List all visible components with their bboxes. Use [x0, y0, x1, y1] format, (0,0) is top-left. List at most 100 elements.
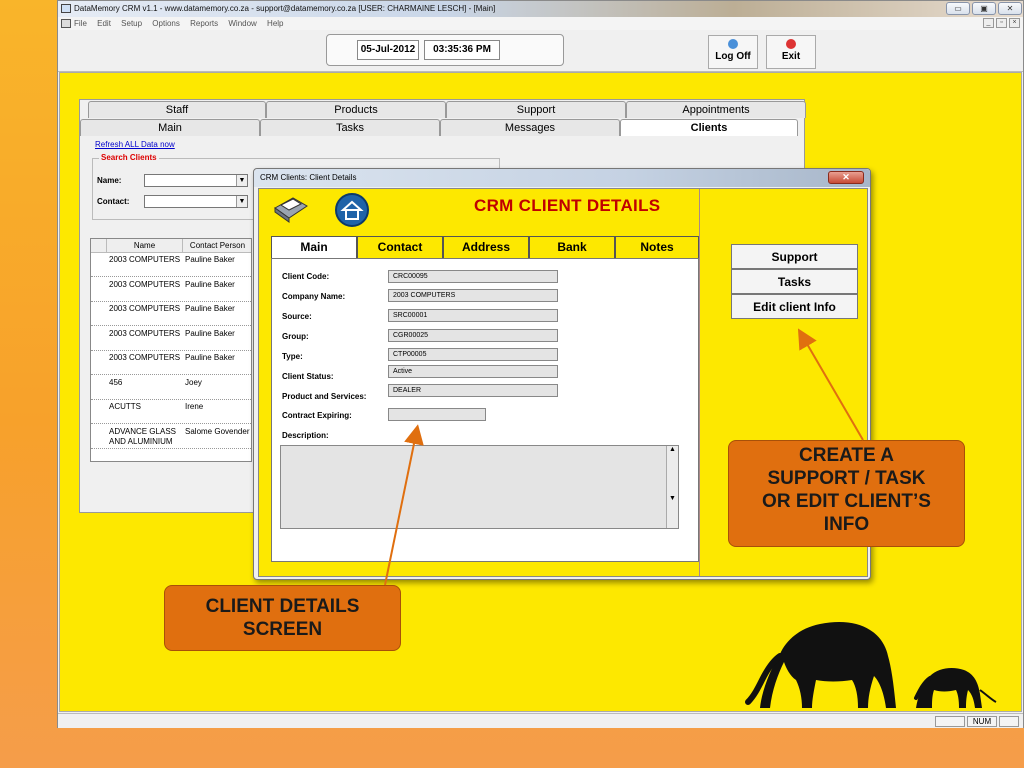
callout-line: SUPPORT / TASK — [767, 468, 926, 489]
mdi-icon — [61, 19, 71, 28]
client-status-label: Client Status: — [282, 372, 334, 381]
tab-details-address[interactable]: Address — [443, 236, 529, 258]
log-off-icon — [728, 39, 738, 49]
clients-grid: Name Contact Person 2003 COMPUTERS Paulin… — [90, 238, 252, 462]
date-display: 05-Jul-2012 — [357, 40, 419, 60]
callout-line: CREATE A — [799, 445, 894, 466]
cell-name: 2003 COMPUTERS — [109, 255, 181, 264]
company-name-label: Company Name: — [282, 292, 346, 301]
cell-contact: Irene — [185, 402, 204, 411]
description-scrollbar[interactable]: ▲ ▼ — [666, 446, 678, 528]
tab-messages[interactable]: Messages — [440, 119, 620, 136]
name-combo[interactable]: ▼ — [144, 174, 248, 187]
cell-contact: Pauline Baker — [185, 353, 235, 362]
table-row[interactable]: 2003 COMPUTERS Pauline Baker — [91, 302, 251, 326]
close-button[interactable]: ✕ — [998, 2, 1022, 15]
tab-details-contact[interactable]: Contact — [357, 236, 443, 258]
menu-reports[interactable]: Reports — [190, 19, 218, 28]
menu-window[interactable]: Window — [228, 19, 256, 28]
menu-edit[interactable]: Edit — [97, 19, 111, 28]
product-services-field[interactable]: DEALER — [388, 384, 558, 397]
cell-contact: Pauline Baker — [185, 328, 235, 338]
source-label: Source: — [282, 312, 312, 321]
cell-name: 2003 COMPUTERS — [109, 328, 181, 338]
cell-contact: Salome Govender — [185, 426, 250, 436]
contact-combo[interactable]: ▼ — [144, 195, 248, 208]
source-field[interactable]: SRC00001 — [388, 309, 558, 322]
callout-line: SCREEN — [242, 619, 323, 640]
callout-line: OR EDIT CLIENT’S — [762, 491, 931, 512]
table-row[interactable]: 2003 COMPUTERS Pauline Baker — [91, 253, 251, 277]
table-row[interactable]: 456 Joey — [91, 376, 251, 400]
edit-client-info-button[interactable]: Edit client Info — [731, 294, 858, 319]
home-icon[interactable] — [334, 192, 370, 228]
description-textarea[interactable]: ▲ ▼ — [280, 445, 679, 529]
grid-corner — [91, 239, 107, 253]
callout-line: INFO — [823, 514, 870, 535]
dialog-close-button[interactable]: ✕ — [828, 171, 864, 184]
log-off-button[interactable]: Log Off — [708, 35, 758, 69]
cell-contact: Pauline Baker — [185, 279, 235, 289]
table-row[interactable]: ADVANCE GLASS AND ALUMINIUM Salome Govend… — [91, 425, 251, 449]
tab-products[interactable]: Products — [266, 101, 446, 118]
tab-tasks[interactable]: Tasks — [260, 119, 440, 136]
exit-button[interactable]: Exit — [766, 35, 816, 69]
dialog-title: CRM Clients: Client Details — [260, 173, 357, 182]
maximize-button[interactable]: ▣ — [972, 2, 996, 15]
tab-details-bank[interactable]: Bank — [529, 236, 615, 258]
name-label: Name: — [97, 176, 122, 185]
cell-name: ACUTTS — [109, 402, 141, 411]
details-pane: CRM CLIENT DETAILS Main Contact Address … — [259, 189, 700, 576]
menu-file[interactable]: File — [74, 19, 87, 28]
menu-bar: File Edit Setup Options Reports Window H… — [58, 17, 1023, 30]
table-row[interactable]: ACUTTS Irene — [91, 400, 251, 424]
refresh-data-link[interactable]: Refresh ALL Data now — [95, 140, 175, 149]
chevron-down-icon[interactable]: ▼ — [236, 175, 247, 186]
dialog-title-bar: CRM Clients: Client Details ✕ — [254, 169, 870, 187]
tab-staff[interactable]: Staff — [88, 101, 266, 118]
title-bar: DataMemory CRM v1.1 - www.datamemory.co.… — [58, 1, 1023, 17]
tab-support[interactable]: Support — [446, 101, 626, 118]
log-off-label: Log Off — [715, 51, 751, 62]
menu-options[interactable]: Options — [152, 19, 180, 28]
printer-icon[interactable] — [271, 194, 311, 224]
tab-details-notes[interactable]: Notes — [615, 236, 699, 258]
chevron-down-icon[interactable]: ▼ — [236, 196, 247, 207]
search-clients-legend: Search Clients — [99, 153, 159, 162]
exit-label: Exit — [781, 51, 801, 62]
table-row[interactable]: 2003 COMPUTERS Pauline Baker — [91, 351, 251, 375]
mdi-close-button[interactable]: × — [1009, 18, 1020, 28]
toolbar: 05-Jul-2012 03:35:36 PM Log Off Exit — [58, 30, 1023, 72]
column-header-contact[interactable]: Contact Person — [183, 239, 251, 253]
table-row[interactable]: 2003 COMPUTERS Pauline Baker — [91, 327, 251, 351]
menu-setup[interactable]: Setup — [121, 19, 142, 28]
tab-clients[interactable]: Clients — [620, 119, 798, 136]
client-code-field[interactable]: CRC00095 — [388, 270, 558, 283]
mdi-restore-button[interactable]: ▫ — [996, 18, 1007, 28]
status-panel — [935, 716, 965, 727]
tab-main[interactable]: Main — [80, 119, 260, 136]
contact-label: Contact: — [97, 197, 130, 206]
type-field[interactable]: CTP00005 — [388, 348, 558, 361]
table-row[interactable]: 2003 COMPUTERS Pauline Baker — [91, 278, 251, 302]
time-display: 03:35:36 PM — [424, 40, 500, 60]
description-label: Description: — [282, 431, 329, 440]
tab-details-main[interactable]: Main — [271, 236, 357, 259]
menu-help[interactable]: Help — [267, 19, 283, 28]
window-title: DataMemory CRM v1.1 - www.datamemory.co.… — [74, 4, 496, 13]
group-field[interactable]: CGR00025 — [388, 329, 558, 342]
num-lock-indicator: NUM — [967, 716, 997, 727]
cell-name: 2003 COMPUTERS — [109, 279, 181, 289]
contract-expiring-label: Contract Expiring: — [282, 411, 352, 420]
exit-icon — [786, 39, 796, 49]
contract-expiring-field[interactable] — [388, 408, 486, 421]
column-header-name[interactable]: Name — [107, 239, 183, 253]
company-name-field[interactable]: 2003 COMPUTERS — [388, 289, 558, 302]
minimize-button[interactable]: ▭ — [946, 2, 970, 15]
client-status-field[interactable]: Active — [388, 365, 558, 378]
client-details-heading: CRM CLIENT DETAILS — [474, 196, 661, 215]
mdi-minimize-button[interactable]: _ — [983, 18, 994, 28]
tasks-button[interactable]: Tasks — [731, 269, 858, 294]
support-button[interactable]: Support — [731, 244, 858, 269]
tab-appointments[interactable]: Appointments — [626, 101, 806, 118]
